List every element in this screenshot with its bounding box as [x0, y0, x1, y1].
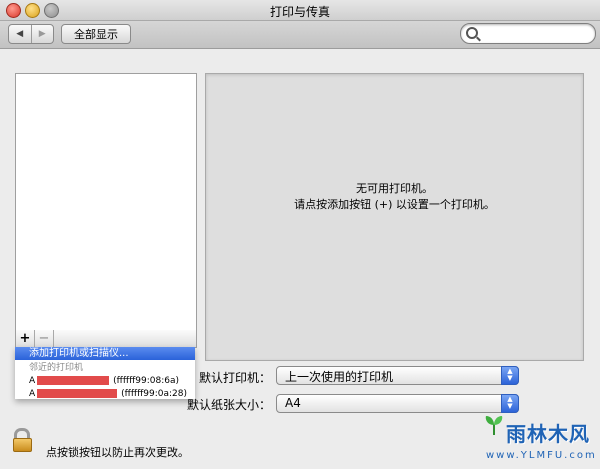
- add-printer-button[interactable]: +: [16, 330, 35, 347]
- menu-section-nearby-printers: 邻近的打印机: [29, 363, 84, 373]
- search-icon: [466, 27, 478, 39]
- printer-name-prefix: A: [29, 389, 36, 399]
- watermark-url: www.YLMFU.com: [486, 450, 597, 461]
- printer-address: (ffffff99:08:6a): [113, 376, 180, 386]
- search-input[interactable]: [481, 26, 591, 42]
- window-title: 打印与传真: [269, 5, 330, 19]
- toolbar: ◀ ▶ 全部显示: [0, 21, 600, 49]
- redaction-bar: [37, 376, 110, 385]
- menu-item-nearby-printer[interactable]: A (ffffff99:08:6a): [15, 375, 195, 388]
- no-printer-message: 无可用打印机。: [356, 182, 433, 195]
- default-paper-size-value: A4: [285, 396, 301, 410]
- redaction-bar: [37, 389, 118, 398]
- lock-icon[interactable]: [13, 428, 32, 452]
- watermark-text: 雨林木风: [506, 422, 590, 446]
- title-bar: 打印与传真: [0, 0, 600, 21]
- show-all-button[interactable]: 全部显示: [61, 24, 131, 44]
- add-printer-menu: 添加打印机或扫描仪... 邻近的打印机 A (ffffff99:08:6a) A (…: [15, 347, 195, 399]
- default-printer-popup[interactable]: 上一次使用的打印机 ▲ ▼: [276, 366, 519, 385]
- lock-hint-text: 点按锁按钮以防止再次更改。: [46, 446, 189, 459]
- popup-arrows-icon: ▲ ▼: [501, 366, 519, 385]
- back-forward-control: ◀ ▶: [8, 24, 54, 44]
- default-paper-size-label: 默认纸张大小：: [187, 398, 272, 412]
- default-printer-label: 默认打印机：: [199, 371, 272, 385]
- printer-name-prefix: A: [29, 376, 36, 386]
- printer-list[interactable]: [15, 73, 197, 332]
- printer-list-buttons: + −: [15, 330, 197, 348]
- printer-detail-pane: 无可用打印机。 请点按添加按钮 (+) 以设置一个打印机。: [205, 73, 584, 361]
- preferences-window: 打印与传真 ◀ ▶ 全部显示 + − 添加打印机或扫描仪... 邻近的打印机 A…: [0, 0, 600, 469]
- default-printer-value: 上一次使用的打印机: [285, 370, 394, 384]
- remove-printer-button[interactable]: −: [35, 330, 54, 347]
- printer-address: (ffffff99:0a:28): [121, 389, 188, 399]
- forward-button[interactable]: ▶: [30, 25, 54, 43]
- search-field[interactable]: [460, 23, 596, 44]
- add-printer-hint: 请点按添加按钮 (+) 以设置一个打印机。: [294, 198, 495, 211]
- menu-item-nearby-printer[interactable]: A (ffffff99:0a:28): [15, 388, 195, 399]
- leaf-logo-icon: [485, 416, 503, 435]
- site-watermark: 雨林木风 www.YLMFU.com: [478, 404, 600, 469]
- menu-item-add-printer-or-scanner[interactable]: 添加打印机或扫描仪...: [15, 347, 195, 360]
- back-button[interactable]: ◀: [9, 25, 31, 43]
